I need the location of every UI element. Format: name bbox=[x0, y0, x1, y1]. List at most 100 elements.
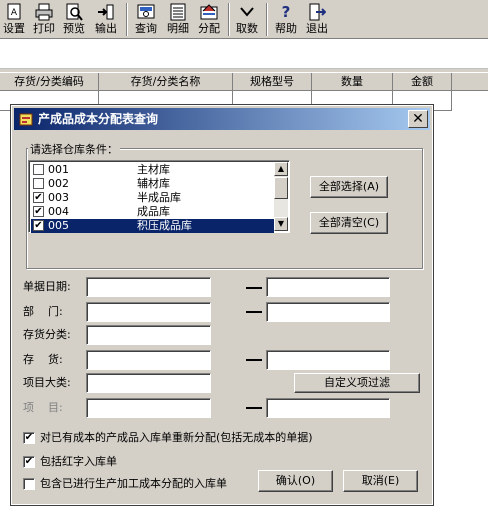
warehouse-checkbox[interactable]: ✔ bbox=[33, 206, 44, 217]
range-dash bbox=[246, 311, 262, 313]
warehouse-code: 005 bbox=[48, 219, 69, 232]
warehouse-group-label: 请选择仓库条件： bbox=[28, 141, 120, 157]
scroll-up-button[interactable]: ▲ bbox=[274, 162, 288, 176]
detail-label: 明细 bbox=[167, 22, 189, 35]
preview-button[interactable]: 预览 bbox=[61, 2, 87, 37]
exit-icon bbox=[309, 3, 326, 21]
department-to-field[interactable] bbox=[266, 302, 390, 322]
allocate-button[interactable]: 分配 bbox=[195, 2, 223, 37]
doc-date-from-field[interactable] bbox=[86, 277, 211, 297]
warehouse-name: 积压成品库 bbox=[137, 219, 192, 232]
select-all-button[interactable]: 全部选择(A) bbox=[310, 176, 388, 198]
settings-button[interactable]: A 设置 bbox=[1, 2, 27, 37]
clear-all-button[interactable]: 全部清空(C) bbox=[310, 212, 388, 234]
list-item-warehouse-005[interactable]: ✔ 005 积压成品库 bbox=[31, 219, 274, 233]
export-button[interactable]: 输出 bbox=[92, 2, 120, 37]
inventory-category-label: 存货分类: bbox=[23, 328, 71, 341]
exit-button[interactable]: 退出 bbox=[303, 2, 331, 37]
chevron-down-icon: ▼ bbox=[277, 219, 285, 228]
exit-label: 退出 bbox=[306, 22, 328, 35]
column-header-amount[interactable]: 金额 bbox=[393, 73, 452, 91]
warehouse-checkbox[interactable] bbox=[33, 164, 44, 175]
warehouse-name: 主材库 bbox=[137, 163, 170, 176]
column-header-quantity[interactable]: 数量 bbox=[312, 73, 393, 91]
grid-header: 存货/分类编码 存货/分类名称 规格型号 数量 金额 bbox=[0, 72, 488, 91]
project-category-field[interactable] bbox=[86, 373, 211, 393]
range-dash bbox=[246, 359, 262, 361]
doc-date-to-field[interactable] bbox=[266, 277, 390, 297]
warehouse-list[interactable]: 001 主材库 002 辅材库 ✔ 003 半成品库 ✔ 004 成品库 ✔ 0… bbox=[28, 160, 290, 233]
list-item-warehouse-004[interactable]: ✔ 004 成品库 bbox=[31, 205, 274, 219]
custom-filter-button[interactable]: 自定义项过滤 bbox=[294, 373, 420, 393]
warehouse-code: 003 bbox=[48, 191, 69, 204]
warehouse-name: 半成品库 bbox=[137, 191, 181, 204]
allocate-icon bbox=[200, 4, 218, 20]
fetch-data-icon bbox=[240, 7, 254, 17]
range-dash bbox=[246, 407, 262, 409]
column-header-spec[interactable]: 规格型号 bbox=[233, 73, 312, 91]
toolbar: A 设置 打印 预览 输出 查询 明细 分配 取数 ? 帮助 退出 bbox=[0, 0, 488, 39]
close-button[interactable]: ✕ bbox=[408, 110, 428, 128]
warehouse-checkbox[interactable]: ✔ bbox=[33, 192, 44, 203]
project-category-label: 项目大类: bbox=[23, 376, 71, 389]
warehouse-checkbox[interactable]: ✔ bbox=[33, 220, 44, 231]
inventory-label: 存 货: bbox=[23, 353, 63, 366]
cancel-button[interactable]: 取消(E) bbox=[343, 470, 418, 492]
query-dialog: 产成品成本分配表查询 ✕ 请选择仓库条件： 001 主材库 002 辅材库 ✔ … bbox=[10, 104, 434, 506]
column-header-code[interactable]: 存货/分类编码 bbox=[0, 73, 99, 91]
warehouse-code: 004 bbox=[48, 205, 69, 218]
warehouse-name: 辅材库 bbox=[137, 177, 170, 190]
warehouse-checkbox[interactable] bbox=[33, 178, 44, 189]
svg-text:A: A bbox=[11, 8, 18, 18]
print-icon bbox=[35, 3, 53, 21]
app-icon bbox=[19, 113, 33, 126]
print-button[interactable]: 打印 bbox=[31, 2, 57, 37]
list-scrollbar[interactable]: ▲ ▼ bbox=[274, 162, 288, 231]
inventory-to-field[interactable] bbox=[266, 350, 390, 370]
range-dash bbox=[246, 287, 262, 289]
list-item-warehouse-002[interactable]: 002 辅材库 bbox=[31, 177, 274, 191]
ok-button[interactable]: 确认(O) bbox=[258, 470, 333, 492]
include-processed-receipt-label: 包含已进行生产加工成本分配的入库单 bbox=[40, 477, 227, 490]
checkbox-box[interactable] bbox=[23, 478, 35, 490]
toolbar-separator bbox=[228, 3, 230, 36]
query-label: 查询 bbox=[135, 22, 157, 35]
include-processed-receipt-checkbox[interactable]: 包含已进行生产加工成本分配的入库单 bbox=[23, 476, 253, 492]
scroll-thumb[interactable] bbox=[274, 177, 288, 199]
doc-date-label: 单据日期: bbox=[23, 280, 71, 293]
fetch-data-button[interactable]: 取数 bbox=[233, 2, 261, 37]
inventory-category-field[interactable] bbox=[86, 325, 211, 345]
warehouse-code: 001 bbox=[48, 163, 69, 176]
scroll-down-button[interactable]: ▼ bbox=[274, 217, 288, 231]
checkbox-box[interactable]: ✔ bbox=[23, 432, 35, 444]
help-icon: ? bbox=[282, 3, 291, 21]
detail-button[interactable]: 明细 bbox=[164, 2, 192, 37]
toolbar-separator bbox=[126, 3, 128, 36]
chevron-up-icon: ▲ bbox=[277, 164, 285, 173]
project-to-field[interactable] bbox=[266, 398, 390, 418]
list-item-warehouse-001[interactable]: 001 主材库 bbox=[31, 163, 274, 177]
query-icon bbox=[137, 4, 155, 19]
department-label: 部 门: bbox=[23, 305, 63, 318]
dialog-titlebar[interactable]: 产成品成本分配表查询 ✕ bbox=[14, 108, 430, 130]
project-from-field[interactable] bbox=[86, 398, 211, 418]
reallocate-option-checkbox[interactable]: ✔ 对已有成本的产成品入库单重新分配(包括无成本的单据) bbox=[23, 430, 403, 446]
close-icon: ✕ bbox=[412, 111, 424, 127]
inventory-from-field[interactable] bbox=[86, 350, 211, 370]
dialog-title: 产成品成本分配表查询 bbox=[38, 112, 159, 126]
department-from-field[interactable] bbox=[86, 302, 211, 322]
help-label: 帮助 bbox=[275, 22, 297, 35]
include-red-receipt-checkbox[interactable]: ✔ 包括红字入库单 bbox=[23, 454, 223, 470]
query-button[interactable]: 查询 bbox=[132, 2, 160, 37]
print-label: 打印 bbox=[33, 22, 55, 35]
column-header-name[interactable]: 存货/分类名称 bbox=[99, 73, 233, 91]
svg-text:?: ? bbox=[282, 3, 291, 21]
toolbar-separator bbox=[266, 3, 268, 36]
list-item-warehouse-003[interactable]: ✔ 003 半成品库 bbox=[31, 191, 274, 205]
help-button[interactable]: ? 帮助 bbox=[272, 2, 300, 37]
project-label: 项 目: bbox=[23, 401, 63, 414]
allocate-label: 分配 bbox=[198, 22, 220, 35]
settings-label: 设置 bbox=[3, 22, 25, 35]
settings-icon: A bbox=[7, 3, 21, 20]
checkbox-box[interactable]: ✔ bbox=[23, 456, 35, 468]
